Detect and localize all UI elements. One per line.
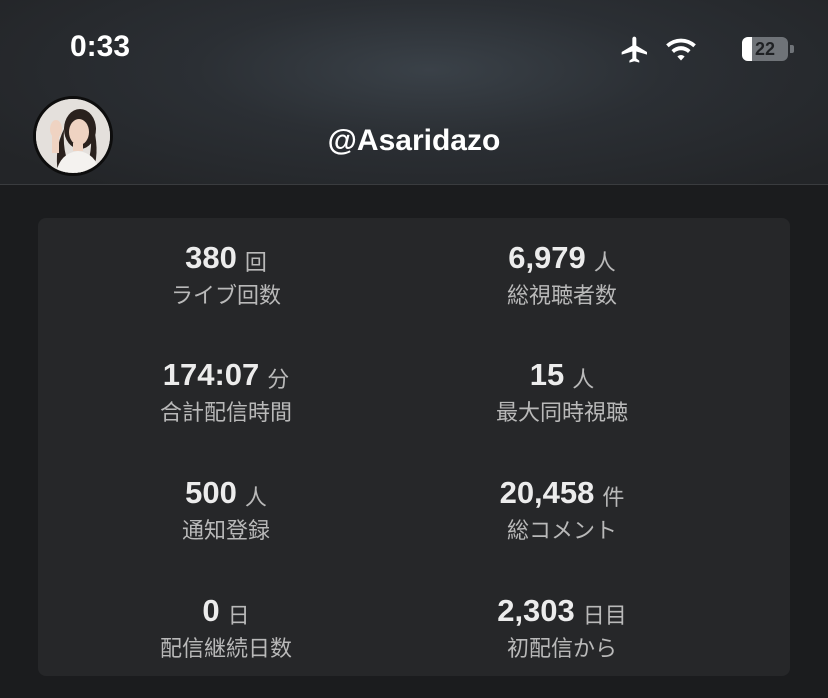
stat-value: 174:07 [162,357,260,392]
airplane-icon [621,36,647,63]
stat-label: 配信継続日数 [159,637,292,662]
stat-value: 2,303 [497,593,575,628]
profile-header: 0:33 22 @Asaridazo [0,0,828,185]
stat-peak-concurrent: 15 人 最大同時視聴 [374,355,750,429]
status-icons: 22 [614,34,794,66]
stat-unit: 日 [227,604,250,629]
stat-label: 通知登録 [181,519,270,544]
stat-streak-days: 0日 配信継続日数 [38,591,414,665]
live-stats-card: 380 回 ライブ回数 6,979 人 総視聴者数 174:07 分 合計配信時間 1… [38,218,790,676]
status-time: 0:33 [70,30,131,63]
stat-unit: 人 [244,486,267,511]
stat-label: ライブ回数 [170,284,281,309]
battery-icon: 22 [742,37,794,61]
stat-label: 最大同時視聴 [495,401,628,426]
stat-unit: 人 [593,251,616,276]
stat-value: 500 [185,475,237,510]
stat-label: 初配信から [506,637,617,662]
stat-label: 総視聴者数 [506,284,617,309]
stat-unit: 分 [267,368,290,393]
stat-unit: 回 [244,251,267,276]
stat-value: 0 [202,593,220,628]
wifi-icon [666,38,696,61]
stat-total-viewers: 6,979 人 総視聴者数 [374,238,750,312]
stat-label: 合計配信時間 [159,401,292,426]
battery-level: 22 [754,39,776,59]
stat-unit: 人 [572,368,595,393]
stat-value: 380 [185,240,237,275]
stat-total-stream-time: 174:07 分 合計配信時間 [38,355,414,429]
profile-username: @Asaridazo [327,124,501,157]
stat-notification-subscribers: 500 人 通知登録 [38,473,414,547]
stat-total-comments: 20,458 件 総コメント [374,473,750,547]
stat-days-since-first-stream: 2,303 日目 初配信から [374,591,750,665]
stat-live-count: 380 回 ライブ回数 [38,238,414,312]
stat-label: 総コメント [506,519,617,544]
stat-unit: 日目 [582,604,627,629]
stat-value: 6,979 [508,240,586,275]
stat-value: 20,458 [499,475,595,510]
stat-unit: 件 [602,486,625,511]
stat-value: 15 [529,357,565,392]
